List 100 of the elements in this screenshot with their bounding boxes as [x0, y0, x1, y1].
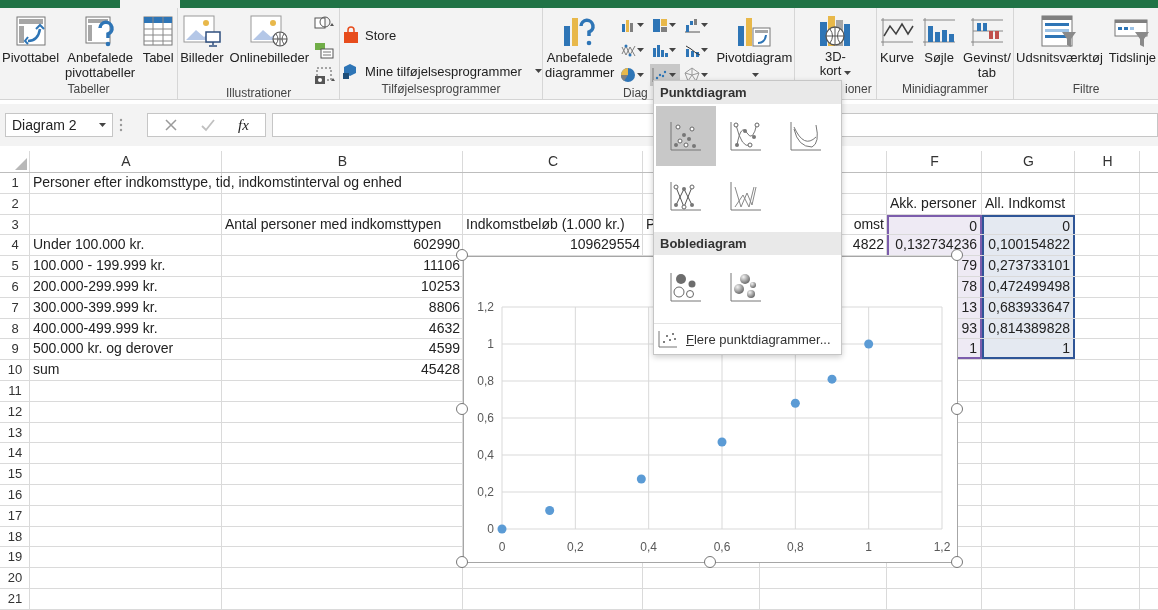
data-point: [636, 474, 646, 484]
resize-handle[interactable]: [951, 556, 963, 568]
column-header[interactable]: H: [1075, 151, 1140, 172]
histogram-chart-icon: [652, 42, 669, 58]
data-point: [545, 506, 555, 515]
row-header[interactable]: 18: [0, 526, 30, 548]
axis-tick-label: 0,6: [477, 411, 494, 425]
resize-handle[interactable]: [456, 556, 468, 568]
row-header[interactable]: 9: [0, 339, 30, 361]
column-header[interactable]: B: [222, 151, 463, 172]
group-label: ioner: [844, 82, 873, 98]
column-header[interactable]: C: [463, 151, 643, 172]
table-cell: 0,472499498: [982, 277, 1075, 297]
vertical-dots-icon: [119, 118, 123, 132]
caret-icon: [701, 73, 709, 77]
ribbon-button[interactable]: Pivotdiagram: [714, 12, 795, 82]
table-cell-text: sum: [32, 360, 61, 380]
globe-picture-icon: [249, 14, 290, 48]
axis-tick-label: 1: [865, 540, 872, 554]
row-header[interactable]: 17: [0, 505, 30, 527]
row-header[interactable]: 2: [0, 193, 30, 215]
caret-icon: [637, 23, 645, 27]
axis-tick-label: 0: [498, 540, 506, 554]
row-header[interactable]: 3: [0, 214, 30, 236]
data-point: [790, 398, 800, 408]
table-cell-text: 100.000 - 199.999 kr.: [32, 256, 167, 276]
ribbon-button[interactable]: Kurve: [877, 12, 918, 67]
ribbon-button[interactable]: Gevinst/ tab: [961, 12, 1013, 82]
group-label: Filtre: [1071, 82, 1101, 98]
table-cell-text: 8806: [427, 297, 461, 317]
row-header[interactable]: 21: [0, 588, 30, 610]
group-label: Tilføjelsesprogrammer: [380, 82, 502, 98]
shopping-bag-icon: [342, 26, 361, 44]
ribbon-button[interactable]: Søjle: [919, 12, 960, 67]
table-cell: 0: [982, 214, 1075, 235]
row-header[interactable]: 20: [0, 568, 30, 589]
row-header[interactable]: 7: [0, 297, 30, 319]
table-cell: 1: [982, 339, 1075, 360]
group-label: Tabeller: [66, 82, 111, 98]
axis-tick-label: 0,8: [787, 540, 804, 554]
row-header[interactable]: 4: [0, 235, 30, 257]
row-header[interactable]: 15: [0, 464, 30, 485]
ribbon-button[interactable]: Store: [340, 24, 399, 46]
menu-section-heading: Punktdiagram: [654, 81, 841, 104]
axis-tick-label: 0,4: [640, 540, 657, 554]
caret-icon: [752, 73, 760, 77]
row-header[interactable]: 12: [0, 401, 30, 423]
row-header[interactable]: 16: [0, 484, 30, 506]
insert-function-button[interactable]: fx: [238, 116, 249, 134]
table-cell: 0,132734236: [887, 235, 982, 256]
caret-icon: [534, 69, 542, 73]
row-header[interactable]: 6: [0, 277, 30, 298]
column-header[interactable]: G: [982, 151, 1075, 172]
pivot-table-icon: [13, 14, 48, 48]
resize-handle[interactable]: [456, 249, 468, 261]
select-all-triangle-icon: [15, 158, 27, 170]
waterfall-chart-icon: [684, 17, 701, 33]
ribbon-button[interactable]: Onlinebilleder: [227, 12, 312, 67]
ribbon-button[interactable]: Anbefalede diagrammer: [543, 12, 617, 82]
column-header[interactable]: F: [887, 151, 982, 172]
menu-section-heading: Boblediagram: [654, 232, 841, 255]
row-header[interactable]: 5: [0, 256, 30, 277]
ribbon-button[interactable]: Pivottabel: [0, 12, 62, 67]
ribbon-button[interactable]: Mine tilføjelsesprogrammer: [340, 60, 544, 82]
row-header[interactable]: 13: [0, 422, 30, 444]
row-header[interactable]: 8: [0, 318, 30, 340]
resize-handle[interactable]: [456, 402, 468, 415]
scatter-dots-icon: [670, 121, 702, 151]
bubble-3d-icon: [730, 272, 762, 302]
slicer-filter-icon: [1040, 14, 1079, 48]
row-header[interactable]: 14: [0, 443, 30, 465]
ribbon-button[interactable]: Anbefalede pivottabeller: [63, 12, 138, 82]
name-box[interactable]: Diagram 2: [5, 113, 113, 137]
ribbon-button[interactable]: Tabel: [139, 12, 178, 67]
line-markers-chart-icon: [620, 42, 637, 58]
table-cell-text: 11106: [422, 256, 461, 276]
curve-icon: [790, 121, 822, 151]
group-label: Diag: [623, 86, 648, 100]
row-header[interactable]: 10: [0, 360, 30, 381]
table-cell-text: 45428: [420, 360, 461, 380]
caret-icon: [669, 23, 677, 27]
row-header[interactable]: 1: [0, 173, 30, 194]
ribbon-button[interactable]: Billeder: [178, 12, 226, 67]
row-header[interactable]: 11: [0, 380, 30, 402]
row-header[interactable]: 19: [0, 547, 30, 569]
scatter-small-icon: [658, 330, 678, 348]
ribbon-button[interactable]: 3D-kort: [813, 12, 858, 80]
axis-tick-label: 0,4: [477, 448, 494, 462]
caret-icon: [637, 48, 645, 52]
table-cell-text: Personer efter indkomsttype, tid, indkomstinterval og enhed: [32, 173, 403, 192]
caret-icon: [701, 48, 709, 52]
axis-tick-label: 1,2: [477, 300, 494, 314]
column-header[interactable]: A: [30, 151, 222, 172]
more-charts-link[interactable]: Flere punktdiagrammer...: [654, 323, 841, 354]
table-cell-text: All. Indkomst: [984, 193, 1067, 213]
ribbon-button[interactable]: Tidslinje: [1106, 12, 1158, 67]
table-cell: 0,273733101: [982, 256, 1075, 276]
cancel-icon: [164, 118, 178, 132]
ribbon-button[interactable]: Udsnitsværktøj: [1014, 12, 1105, 67]
line-icon: [730, 181, 762, 211]
